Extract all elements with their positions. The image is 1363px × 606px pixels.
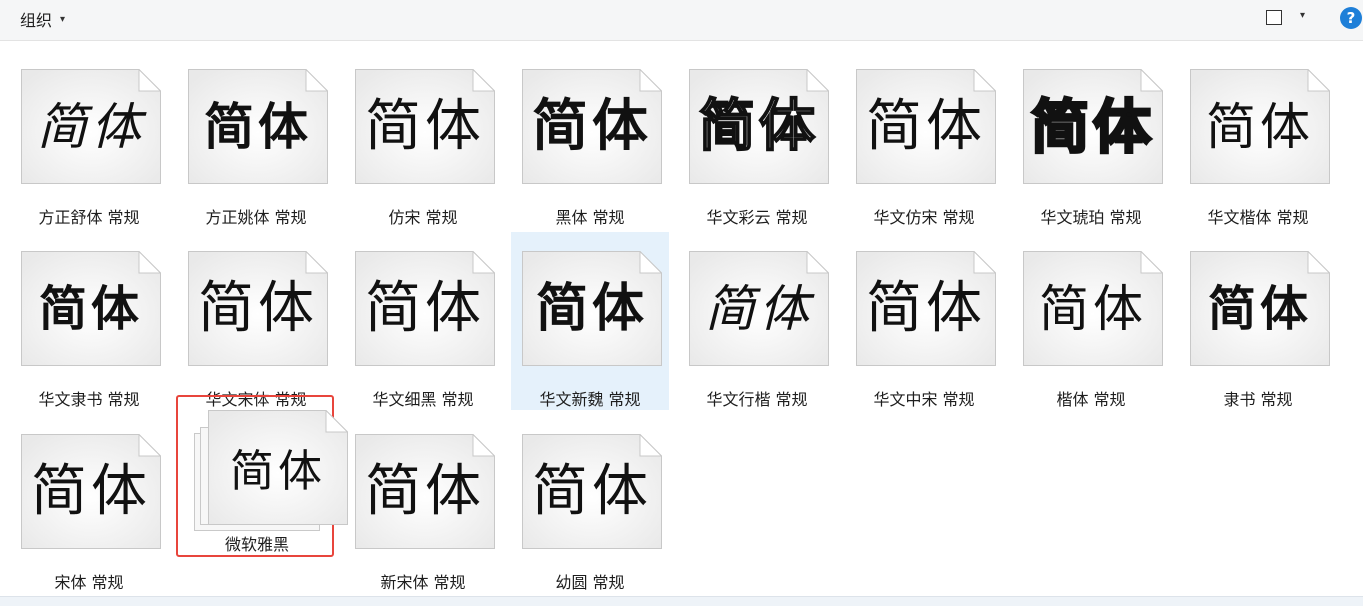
font-preview-thumbnail: 简体 [188,69,328,184]
font-file-item[interactable]: 简体 华文楷体 常规 [1179,50,1337,228]
toolbar: 组织 ▾ ▾ ? [0,0,1363,41]
font-preview-thumbnail: 简体 [1190,69,1330,184]
font-file-item[interactable]: 简体 幼圆 常规 [511,415,669,593]
font-preview-thumbnail: 简体 [1023,251,1163,366]
font-preview-text: 简体 [1029,92,1155,163]
font-file-item[interactable]: 简体 黑体 常规 [511,50,669,228]
font-file-name: 华文细黑 常规 [372,390,474,409]
change-view-button[interactable] [1264,8,1284,26]
font-file-item[interactable]: 简体 仿宋 常规 [344,50,502,228]
font-file-item[interactable]: 简体 华文宋体 常规 [177,232,335,410]
font-preview-text: 简体 [31,459,151,524]
font-file-item[interactable]: 简体 华文彩云 常规 [678,50,836,228]
font-preview-text: 简体 [866,94,986,159]
font-file-grid: 简体 方正舒体 常规 简体 方正姚体 常规 简体 仿宋 常规 简体 黑体 常规 简体 华文彩云 常… [0,40,1363,596]
font-file-item[interactable]: 简体微软雅黑 [176,395,348,557]
font-preview-thumbnail: 简体 [522,251,662,366]
font-file-item[interactable]: 简体 方正舒体 常规 [10,50,168,228]
font-file-name: 仿宋 常规 [388,208,458,227]
font-preview-text: 简体 [1039,280,1147,338]
font-file-name: 楷体 常规 [1056,390,1126,409]
font-file-name: 微软雅黑 [224,535,289,554]
font-file-item[interactable]: 简体 方正姚体 常规 [177,50,335,228]
font-file-item[interactable]: 简体 华文行楷 常规 [678,232,836,410]
font-file-item[interactable]: 简体 华文新魏 常规 [511,232,669,410]
font-preview-text: 简体 [532,459,652,524]
font-preview-text: 简体 [1206,98,1314,156]
font-preview-thumbnail: 简体 [355,251,495,366]
font-file-name: 方正舒体 常规 [38,208,140,227]
font-file-name: 隶书 常规 [1223,390,1293,409]
font-preview-text: 简体 [535,278,648,339]
chevron-down-icon: ▾ [60,13,66,25]
font-preview-text: 简体 [698,93,819,160]
font-file-item[interactable]: 简体 华文中宋 常规 [845,232,1003,410]
font-preview-text: 简体 [705,280,813,338]
font-file-name: 方正姚体 常规 [205,208,307,227]
font-preview-thumbnail: 简体 [856,69,996,184]
organize-menu-button[interactable]: 组织 ▾ [20,8,65,30]
font-file-name: 华文行楷 常规 [706,390,808,409]
font-preview-thumbnail: 简体 [522,69,662,184]
font-file-name: 华文彩云 常规 [706,208,808,227]
font-file-item[interactable]: 简体 华文细黑 常规 [344,232,502,410]
font-preview-text: 简体 [204,98,312,156]
font-preview-text: 简体 [38,281,143,337]
font-preview-thumbnail: 简体 [1190,251,1330,366]
view-options-chevron-icon[interactable]: ▾ [1300,10,1305,21]
font-file-item[interactable]: 简体 楷体 常规 [1012,232,1170,410]
font-file-name: 华文隶书 常规 [38,390,140,409]
font-file-name: 华文琥珀 常规 [1040,208,1142,227]
font-preview-text: 简体 [866,276,986,341]
font-preview-text: 简体 [365,94,485,159]
organize-label: 组织 [20,11,53,30]
font-preview-thumbnail: 简体 [355,434,495,549]
font-preview-text: 简体 [532,94,652,159]
font-preview-thumbnail: 简体 [21,251,161,366]
font-file-name: 华文仿宋 常规 [873,208,975,227]
font-file-item[interactable]: 简体 隶书 常规 [1179,232,1337,410]
font-preview-thumbnail: 简体 [355,69,495,184]
font-file-name: 幼圆 常规 [555,573,625,592]
font-file-name: 新宋体 常规 [380,573,466,592]
help-button[interactable]: ? [1340,7,1362,29]
font-file-name: 宋体 常规 [54,573,124,592]
font-file-item[interactable]: 简体 新宋体 常规 [344,415,502,593]
font-preview-text: 简体 [365,276,485,341]
font-preview-thumbnail: 简体 [689,69,829,184]
font-preview-thumbnail: 简体 [21,69,161,184]
font-file-name: 华文中宋 常规 [873,390,975,409]
font-preview-thumbnail: 简体 [689,251,829,366]
font-file-item[interactable]: 简体 华文仿宋 常规 [845,50,1003,228]
font-file-name: 黑体 常规 [555,208,625,227]
font-preview-thumbnail: 简体 [1023,69,1163,184]
font-file-name: 华文楷体 常规 [1207,208,1309,227]
font-preview-thumbnail: 简体 [21,434,161,549]
font-preview-thumbnail: 简体 [188,251,328,366]
font-preview-text: 简体 [230,446,326,497]
font-file-item[interactable]: 简体 华文隶书 常规 [10,232,168,410]
font-preview-thumbnail: 简体 [522,434,662,549]
font-preview-text: 简体 [198,276,318,341]
view-pane-icon [1266,10,1282,25]
font-preview-thumbnail: 简体 [208,410,348,525]
font-file-item[interactable]: 简体 华文琥珀 常规 [1012,50,1170,228]
font-file-name: 华文新魏 常规 [539,390,641,409]
font-preview-thumbnail: 简体 [856,251,996,366]
font-preview-text: 简体 [37,98,145,156]
font-preview-text: 简体 [365,459,485,524]
font-file-item[interactable]: 简体 宋体 常规 [10,415,168,593]
font-preview-text: 简体 [1207,281,1312,337]
